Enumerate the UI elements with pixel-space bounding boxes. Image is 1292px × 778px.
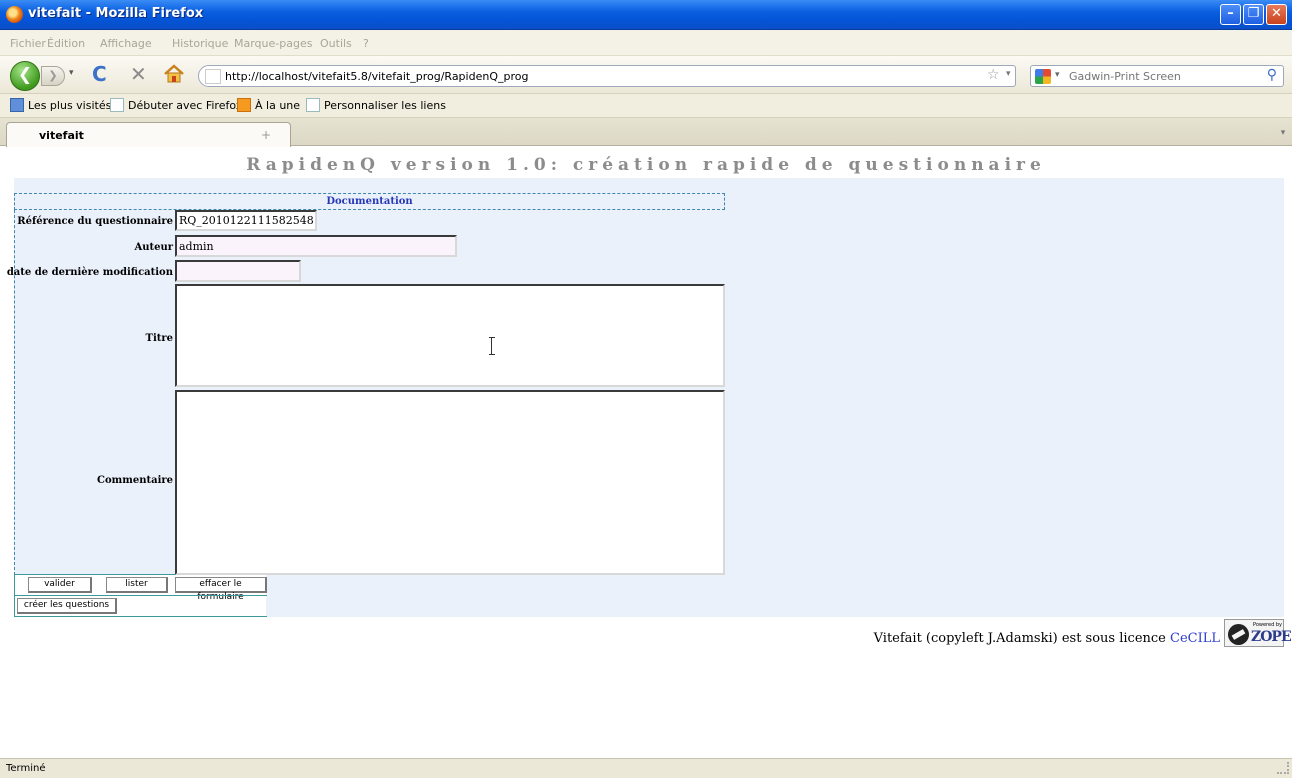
menu-item-outils[interactable]: Outils <box>320 37 352 50</box>
reference-field[interactable] <box>175 210 317 231</box>
bookmark-folder-icon <box>10 98 24 112</box>
create-questions-button[interactable]: créer les questions <box>17 598 117 614</box>
status-bar: Terminé <box>0 758 1292 778</box>
new-tab-button[interactable]: + <box>261 128 271 142</box>
bookmark-most-visited[interactable]: Les plus visités <box>10 98 111 114</box>
cecill-link[interactable]: CeCILL <box>1170 631 1220 646</box>
zope-powered-label: Powered by <box>1253 622 1282 628</box>
reference-label: Référence du questionnaire <box>17 216 173 227</box>
search-bar[interactable]: ▾ ⚲ <box>1030 65 1284 87</box>
title-label: Titre <box>145 333 174 344</box>
modified-date-label: date de dernière modification <box>6 267 173 278</box>
bookmark-customize-links[interactable]: Personnaliser les liens <box>306 98 446 114</box>
menu-item-marque-pages[interactable]: Marque-pages <box>234 37 312 50</box>
window-title: vitefait - Mozilla Firefox <box>28 6 204 21</box>
address-bar[interactable]: ☆ ▾ <box>198 65 1016 87</box>
search-icon[interactable]: ⚲ <box>1267 67 1277 83</box>
divider <box>15 595 267 596</box>
bookmark-label: Personnaliser les liens <box>324 99 446 112</box>
url-input[interactable] <box>225 69 965 84</box>
author-field[interactable] <box>175 235 457 257</box>
home-icon[interactable] <box>163 64 185 84</box>
menu-item-edition[interactable]: Édition <box>47 37 85 50</box>
close-button[interactable]: ✕ <box>1266 4 1287 25</box>
bookmark-label: À la une <box>255 99 301 112</box>
menu-item-help[interactable]: ? <box>363 37 369 50</box>
documentation-legend: Documentation <box>14 193 725 210</box>
validate-button[interactable]: valider <box>28 577 92 593</box>
comment-field[interactable] <box>175 390 725 575</box>
clear-form-button[interactable]: effacer le formulaire <box>175 577 267 602</box>
page-content: RapidenQ version 1.0: création rapide de… <box>0 147 1292 757</box>
stop-button[interactable]: ✕ <box>130 62 147 86</box>
resize-grip-icon[interactable] <box>1277 762 1289 774</box>
search-engine-dropdown-icon[interactable]: ▾ <box>1055 70 1060 80</box>
license-text: Vitefait (copyleft J.Adamski) est sous l… <box>874 631 1220 646</box>
firefox-logo-icon <box>6 6 23 23</box>
powered-by-zope-logo[interactable]: Powered by ZOPE <box>1224 619 1292 647</box>
modified-date-field[interactable] <box>175 260 301 282</box>
rss-feed-icon <box>237 98 251 112</box>
menu-item-historique[interactable]: Historique <box>172 37 228 50</box>
tab-label: vitefait <box>39 129 84 142</box>
bookmark-headlines[interactable]: À la une <box>237 98 300 114</box>
menu-item-affichage[interactable]: Affichage <box>100 37 152 50</box>
page-title: RapidenQ version 1.0: création rapide de… <box>246 155 1046 175</box>
page-favicon-icon <box>205 69 221 84</box>
comment-label: Commentaire <box>97 475 173 486</box>
bookmark-label: Débuter avec Firefox <box>128 99 243 112</box>
tab-bar: vitefait + ▾ <box>0 118 1292 147</box>
forward-button[interactable]: ❯ <box>41 66 65 86</box>
form-buttons: valider lister effacer le formulaire cré… <box>14 575 267 617</box>
search-input[interactable] <box>1069 69 1249 84</box>
page-icon <box>306 98 320 112</box>
bookmark-label: Les plus visités <box>28 99 112 112</box>
menu-item-fichier[interactable]: Fichier <box>10 37 46 50</box>
minimize-button[interactable]: – <box>1220 4 1241 25</box>
reload-button[interactable]: C <box>92 62 107 86</box>
bookmarks-toolbar: Les plus visités Débuter avec Firefox À … <box>0 94 1292 118</box>
text-cursor-icon <box>489 337 495 355</box>
back-button[interactable]: ❮ <box>10 61 40 91</box>
tab-vitefait[interactable]: vitefait + <box>6 122 291 147</box>
window-titlebar: vitefait - Mozilla Firefox – ❐ ✕ <box>0 0 1292 30</box>
history-dropdown-icon[interactable]: ▾ <box>69 68 74 78</box>
zope-wordmark: ZOPE <box>1251 629 1292 645</box>
maximize-button[interactable]: ❐ <box>1243 4 1264 25</box>
bookmark-star-icon[interactable]: ☆ <box>987 67 1000 83</box>
tab-list-arrow-icon[interactable]: ▾ <box>1276 124 1290 142</box>
search-engine-icon[interactable] <box>1035 69 1051 84</box>
form-panel: Documentation Référence du questionnaire… <box>7 178 1284 617</box>
title-field[interactable] <box>175 284 725 387</box>
page-icon <box>110 98 124 112</box>
list-button[interactable]: lister <box>106 577 168 593</box>
menu-bar: Fichier Édition Affichage Historique Mar… <box>0 30 1292 56</box>
zope-circle-icon <box>1228 624 1249 645</box>
documentation-form: Référence du questionnaire Auteur date d… <box>7 210 725 575</box>
author-label: Auteur <box>134 242 173 253</box>
navigation-toolbar: ❮ ❯ ▾ C ✕ ☆ ▾ ▾ ⚲ <box>0 56 1292 94</box>
url-dropdown-icon[interactable]: ▾ <box>1006 69 1011 79</box>
status-text: Terminé <box>6 763 46 774</box>
bookmark-getting-started[interactable]: Débuter avec Firefox <box>110 98 242 114</box>
license-statement: Vitefait (copyleft J.Adamski) est sous l… <box>873 631 1170 646</box>
divider <box>15 616 267 617</box>
